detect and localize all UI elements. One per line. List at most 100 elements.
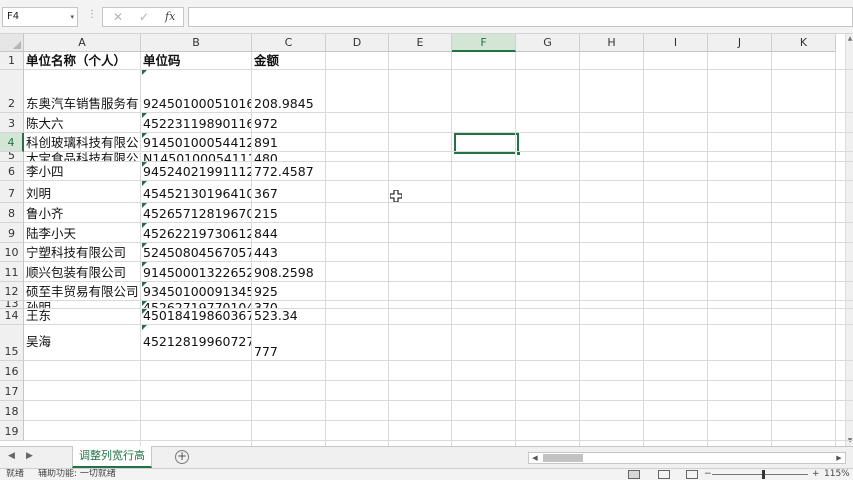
row-header-5[interactable]: 5 (0, 152, 24, 162)
row-header-16[interactable]: 16 (0, 361, 24, 381)
formula-input[interactable] (188, 7, 853, 27)
cell-c5[interactable]: 480 (252, 152, 325, 161)
cell-c12[interactable]: 925 (252, 282, 325, 300)
column-header-d[interactable]: D (326, 34, 389, 52)
cell-c10[interactable]: 443 (252, 243, 325, 261)
cell-b2[interactable]: 92450100051016 (141, 70, 251, 112)
cell-c7[interactable]: 367 (252, 181, 325, 202)
cell-a2[interactable]: 东奥汽车销售服务有 (24, 70, 143, 112)
zoom-in-icon[interactable]: + (812, 469, 820, 480)
cell-c2[interactable]: 208.9845 (252, 70, 325, 112)
cell-a8[interactable]: 鲁小齐 (24, 203, 143, 222)
cell-b1[interactable]: 单位码 (141, 52, 251, 69)
zoom-slider-thumb[interactable] (762, 470, 765, 479)
cell-b3[interactable]: 45223119890116 (141, 113, 251, 132)
cell-a10[interactable]: 宁塑科技有限公司 (24, 243, 143, 261)
column-header-h[interactable]: H (580, 34, 644, 52)
column-header-i[interactable]: I (644, 34, 708, 52)
zoom-level[interactable]: 115% (824, 469, 850, 480)
horizontal-scroll-thumb[interactable] (543, 454, 583, 462)
cell-a7[interactable]: 刘明 (24, 181, 143, 202)
row-header-10[interactable]: 10 (0, 243, 24, 262)
cell-b13[interactable]: 45262719770104 (141, 301, 251, 308)
cell-a14[interactable]: 王东 (24, 309, 143, 324)
zoom-out-icon[interactable]: − (704, 469, 712, 480)
cell-b15[interactable]: 45212819960727 (141, 325, 251, 360)
cell-c9[interactable]: 844 (252, 223, 325, 242)
cell-b7[interactable]: 45452130196410 (141, 181, 251, 202)
column-header-k[interactable]: K (772, 34, 836, 52)
select-all-corner[interactable] (0, 34, 24, 52)
row-header-6[interactable]: 6 (0, 162, 24, 181)
row-header-15[interactable]: 15 (0, 325, 24, 361)
row-header-11[interactable]: 11 (0, 262, 24, 282)
cell-b14[interactable]: 45018419860367 (141, 309, 251, 324)
cell-c6[interactable]: 772.4587 (252, 162, 325, 180)
cancel-icon[interactable]: ✕ (113, 10, 123, 24)
cell-a9[interactable]: 陆李小天 (24, 223, 143, 242)
cell-c3[interactable]: 972 (252, 113, 325, 132)
cell-c11[interactable]: 908.2598 (252, 262, 325, 281)
row-header-2[interactable]: 2 (0, 70, 24, 113)
cell-a3[interactable]: 陈大六 (24, 113, 143, 132)
cell-b11[interactable]: 91450001322652 (141, 262, 251, 281)
vertical-scrollbar[interactable]: ▲ ▼ (845, 34, 853, 446)
cell-a5[interactable]: 大宝食品科技有限公 (24, 152, 143, 161)
cell-b8[interactable]: 45265712819670 (141, 203, 251, 222)
name-box-dropdown-icon[interactable]: ▾ (70, 8, 74, 26)
row-header-14[interactable]: 14 (0, 309, 24, 325)
cell-b10[interactable]: 52450804567057 (141, 243, 251, 261)
cell-a4[interactable]: 科创玻璃科技有限公 (24, 133, 143, 151)
worksheet-grid[interactable]: ▲ ▼ ABCDEFGHIJK1单位名称（个人）单位码金额2东奥汽车销售服务有9… (0, 34, 853, 446)
column-header-c[interactable]: C (252, 34, 326, 52)
cell-b6[interactable]: 94524021991112 (141, 162, 251, 180)
row-header-17[interactable]: 17 (0, 381, 24, 401)
cell-b9[interactable]: 45262219730612 (141, 223, 251, 242)
prev-sheet-icon[interactable]: ◀ (8, 451, 15, 461)
row-header-12[interactable]: 12 (0, 282, 24, 301)
zoom-slider[interactable] (712, 474, 808, 475)
column-header-e[interactable]: E (389, 34, 452, 52)
cell-a12[interactable]: 硕至丰贸易有限公司 (24, 282, 143, 300)
page-break-icon[interactable] (686, 470, 698, 479)
scroll-left-icon[interactable]: ◀ (529, 453, 541, 463)
row-header-4[interactable]: 4 (0, 133, 24, 152)
cell-b5[interactable]: N14501000541117 (141, 152, 251, 161)
add-sheet-icon[interactable]: + (175, 450, 189, 464)
cell-c4[interactable]: 891 (252, 133, 325, 151)
cell-c8[interactable]: 215 (252, 203, 325, 222)
name-box[interactable]: F4 ▾ (2, 7, 78, 27)
cell-a1[interactable]: 单位名称（个人） (24, 52, 143, 69)
scroll-down-icon[interactable]: ▼ (846, 436, 853, 446)
normal-view-icon[interactable] (628, 470, 640, 479)
cell-a13[interactable]: 孙明 (24, 301, 143, 308)
sheet-tab-active[interactable]: 调整列宽行高 (72, 446, 152, 468)
cell-a15[interactable]: 吴海 (24, 325, 143, 360)
column-header-a[interactable]: A (24, 34, 141, 52)
column-header-j[interactable]: J (708, 34, 772, 52)
cell-a11[interactable]: 顺兴包装有限公司 (24, 262, 143, 281)
horizontal-scrollbar[interactable]: ◀ ▶ (528, 452, 846, 464)
cell-c1[interactable]: 金额 (252, 52, 325, 69)
row-header-3[interactable]: 3 (0, 113, 24, 133)
row-header-13[interactable]: 13 (0, 301, 24, 309)
cell-b12[interactable]: 93450100091345 (141, 282, 251, 300)
row-header-1[interactable]: 1 (0, 52, 24, 70)
scroll-up-icon[interactable]: ▲ (846, 34, 853, 44)
cell-c15[interactable]: 777 (252, 325, 325, 360)
cell-c14[interactable]: 523.34 (252, 309, 325, 324)
scroll-right-icon[interactable]: ▶ (833, 453, 845, 463)
cell-b4[interactable]: 91450100054412 (141, 133, 251, 151)
column-header-g[interactable]: G (516, 34, 580, 52)
row-header-7[interactable]: 7 (0, 181, 24, 203)
row-header-9[interactable]: 9 (0, 223, 24, 243)
insert-function-icon[interactable]: fx (165, 10, 175, 23)
next-sheet-icon[interactable]: ▶ (26, 451, 33, 461)
cell-a6[interactable]: 李小四 (24, 162, 143, 180)
accessibility-status[interactable]: 辅助功能: 一切就绪 (38, 469, 116, 480)
column-header-b[interactable]: B (141, 34, 252, 52)
row-header-8[interactable]: 8 (0, 203, 24, 223)
column-header-f[interactable]: F (452, 34, 516, 52)
row-header-18[interactable]: 18 (0, 401, 24, 421)
cell-c13[interactable]: 370 (252, 301, 325, 308)
